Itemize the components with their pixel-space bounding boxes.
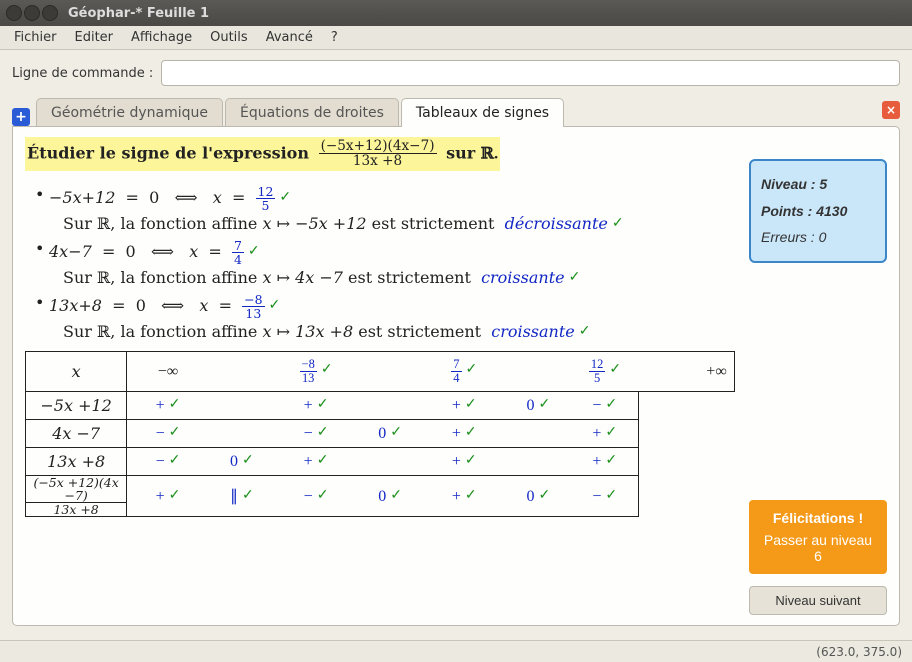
menu-fichier[interactable]: Fichier [6,28,65,47]
status-bar: (623.0, 375.0) [0,640,912,662]
bullet-list: −5x+12 = 0 ⟺ x = 125✓Sur ℝ, la fonction … [35,185,735,342]
window-buttons [6,5,58,21]
tab-row: + Géométrie dynamique Équations de droit… [12,96,900,126]
bullet-item: 13x+8 = 0 ⟺ x = −813✓Sur ℝ, la fonction … [35,293,735,341]
menu-editer[interactable]: Editer [67,28,122,47]
menu-help[interactable]: ? [323,28,346,47]
window-close-icon[interactable] [6,5,22,21]
window-min-icon[interactable] [24,5,40,21]
score-box: Niveau : 5 Points : 4130 Erreurs : 0 [749,159,887,263]
congrats-banner: Félicitations ! Passer au niveau 6 [749,500,887,574]
command-line-row: Ligne de commande : [12,60,900,86]
table-row: 13x +8−✓0✓+✓+✓+✓ [26,448,735,476]
command-line-label: Ligne de commande : [12,66,153,81]
add-tab-button[interactable]: + [12,108,30,126]
window-title: Géophar-* Feuille 1 [68,6,209,21]
table-row: (−5x +12)(4x −7)13x +8+✓∥✓−✓0✓+✓0✓−✓ [26,476,735,517]
sidebar: Niveau : 5 Points : 4130 Erreurs : 0 Fél… [749,137,887,615]
status-coords: (623.0, 375.0) [816,645,902,659]
close-tab-button[interactable]: × [882,101,900,119]
tab-geometrie-dynamique[interactable]: Géométrie dynamique [36,98,223,127]
window-max-icon[interactable] [42,5,58,21]
menu-affichage[interactable]: Affichage [123,28,200,47]
tab-equations-droites[interactable]: Équations de droites [225,98,399,127]
command-line-input[interactable] [161,60,900,86]
table-row: −5x +12+✓+✓+✓0✓−✓ [26,392,735,420]
main-panel: Étudier le signe de l'expression (−5x+12… [12,126,900,626]
bullet-item: −5x+12 = 0 ⟺ x = 125✓Sur ℝ, la fonction … [35,185,735,233]
bullet-item: 4x−7 = 0 ⟺ x = 74✓Sur ℝ, la fonction aff… [35,239,735,287]
menubar: Fichier Editer Affichage Outils Avancé ? [0,26,912,50]
menu-outils[interactable]: Outils [202,28,256,47]
window-titlebar: Géophar-* Feuille 1 [0,0,912,26]
exercise-area: Étudier le signe de l'expression (−5x+12… [25,137,735,615]
tab-tableaux-signes[interactable]: Tableaux de signes [401,98,564,127]
sign-table: x−∞−813✓74✓125✓+∞−5x +12+✓+✓+✓0✓−✓4x −7−… [25,351,735,517]
table-row: 4x −7−✓−✓0✓+✓+✓ [26,420,735,448]
menu-avance[interactable]: Avancé [258,28,321,47]
next-level-button[interactable]: Niveau suivant [749,586,887,615]
exercise-prompt: Étudier le signe de l'expression (−5x+12… [25,137,500,171]
